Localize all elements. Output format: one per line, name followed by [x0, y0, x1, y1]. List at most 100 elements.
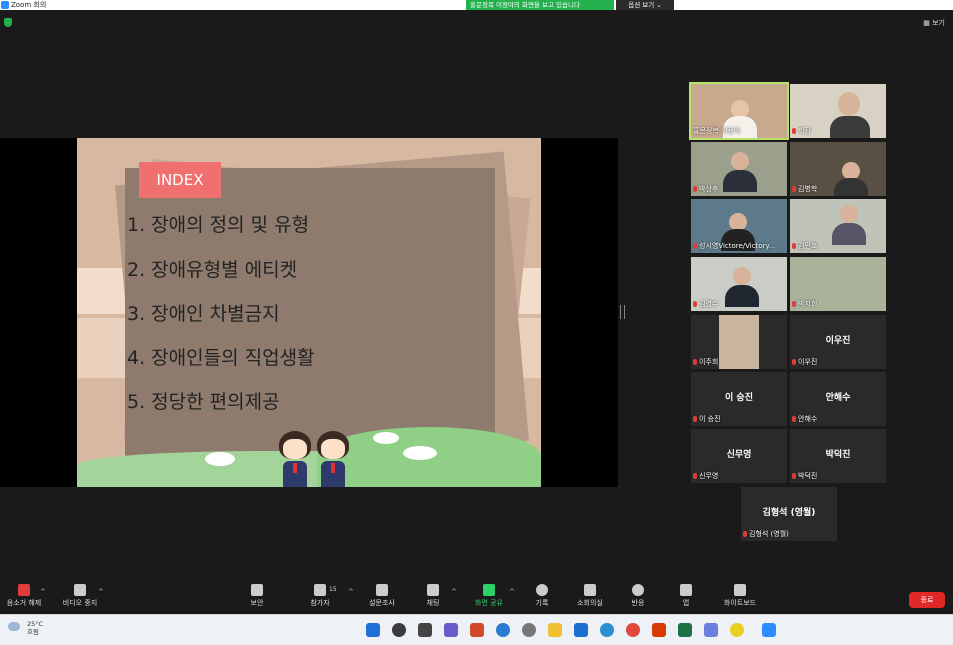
slide-item-5: 5. 정당한 편의제공 — [127, 391, 280, 413]
participant-center-name: 신무영 — [726, 450, 752, 460]
participant-tile[interactable]: 박덕진 박덕진 — [790, 429, 886, 483]
participant-tile[interactable]: 신무영 신무영 — [691, 429, 787, 483]
participant-tile[interactable]: 박지희 — [790, 257, 886, 311]
muted-mic-icon — [693, 416, 697, 422]
muted-mic-icon — [792, 416, 796, 422]
participant-tile[interactable]: 이 승진 이 승진 — [691, 372, 787, 426]
panel-resize-handle[interactable] — [620, 305, 625, 319]
file-explorer-icon[interactable] — [548, 623, 562, 637]
chat-options-chevron-icon[interactable]: ^ — [451, 588, 457, 596]
participant-center-name: 안해수 — [825, 393, 851, 403]
participant-tile[interactable]: 김영수 — [691, 257, 787, 311]
task-view-icon[interactable] — [418, 623, 432, 637]
participant-tile[interactable]: 홍문정복 이정아 — [689, 82, 789, 140]
participant-name: 박상후 — [693, 184, 718, 194]
participant-name: 이주희 — [693, 357, 718, 367]
participant-tile[interactable]: 이주희 — [691, 315, 787, 369]
slide-item-1: 1. 장애의 정의 및 유형 — [127, 214, 310, 236]
mail-icon[interactable] — [574, 623, 588, 637]
whiteboard-button[interactable]: 화이트보드 — [710, 584, 770, 608]
slide-cloud-decoration — [205, 452, 235, 466]
muted-mic-icon — [792, 359, 796, 365]
whiteboard-icon — [734, 584, 746, 596]
presentation-slide: INDEX 1. 장애의 정의 및 유형 2. 장애유형별 에티켓 3. 장애인… — [77, 138, 541, 487]
participant-name: 김형석 (영월) — [743, 529, 789, 539]
view-options-button[interactable]: 옵션 보기 ⌄ — [616, 0, 674, 10]
search-icon[interactable] — [392, 623, 406, 637]
teams-chat-icon[interactable] — [444, 623, 458, 637]
participant-name: 회장 — [792, 126, 811, 136]
participant-center-name: 김형석 (영월) — [762, 508, 816, 518]
participant-center-name: 박덕진 — [825, 450, 851, 460]
slide-item-4: 4. 장애인들의 직업생활 — [127, 347, 315, 369]
participants-button[interactable]: 참가자 — [290, 584, 350, 608]
security-shield-icon[interactable] — [4, 18, 12, 27]
kakaotalk-icon[interactable] — [730, 623, 744, 637]
settings-gear-icon[interactable] — [522, 623, 536, 637]
participant-name: 안해수 — [792, 414, 817, 424]
end-meeting-button[interactable]: 종료 — [909, 592, 945, 608]
zoom-app-icon[interactable] — [762, 623, 776, 637]
view-layout-label: 보기 — [932, 19, 945, 27]
participant-name: 김민호 — [792, 241, 817, 251]
edge-browser-icon[interactable] — [496, 623, 510, 637]
participant-tile[interactable]: 김병학 — [790, 142, 886, 196]
slide-cloud-decoration — [373, 432, 399, 444]
view-layout-button[interactable]: ▦ 보기 — [923, 18, 945, 28]
window-title: Zoom 회의 — [11, 1, 47, 9]
view-options-label: 옵션 보기 ⌄ — [628, 1, 662, 9]
participant-center-name: 이우진 — [825, 336, 851, 346]
cloud-icon — [8, 622, 20, 631]
share-banner-text: 홍문정복 이정아의 화면을 보고 있습니다 — [470, 1, 580, 9]
excel-icon[interactable] — [678, 623, 692, 637]
slide-item-2: 2. 장애유형별 에티켓 — [127, 259, 298, 281]
participant-name: 신무영 — [693, 471, 718, 481]
participant-name: 김병학 — [792, 184, 817, 194]
windows-taskbar: 25°C 흐림 — [0, 614, 953, 645]
slide-cloud-decoration — [403, 446, 437, 460]
participant-tile[interactable]: 김형석 (영월) 김형석 (영월) — [741, 487, 837, 541]
participant-name: 박지희 — [792, 299, 817, 309]
participant-center-name: 이 승진 — [725, 393, 753, 403]
participant-name: 홍문정복 이정아 — [693, 127, 741, 135]
windows-start-icon[interactable] — [366, 623, 380, 637]
video-camera-icon — [74, 584, 86, 596]
browser-icon[interactable] — [600, 623, 614, 637]
video-options-chevron-icon[interactable]: ^ — [98, 588, 104, 596]
participant-name: 김영수 — [693, 299, 718, 309]
grid-icon — [584, 584, 596, 596]
participants-icon — [314, 584, 326, 596]
muted-mic-icon — [792, 128, 796, 134]
shared-screen: INDEX 1. 장애의 정의 및 유형 2. 장애유형별 에티켓 3. 장애인… — [0, 138, 618, 487]
muted-mic-icon — [693, 243, 697, 249]
muted-mic-icon — [693, 359, 697, 365]
record-icon — [536, 584, 548, 596]
participant-tile[interactable]: 박상후 — [691, 142, 787, 196]
powerpoint-icon[interactable] — [470, 623, 484, 637]
participant-tile[interactable]: 김민호 — [790, 199, 886, 253]
muted-mic-icon — [693, 473, 697, 479]
muted-mic-icon — [18, 584, 30, 596]
screen-share-banner: 홍문정복 이정아의 화면을 보고 있습니다 — [466, 0, 614, 10]
participant-name: 이우진 — [792, 357, 817, 367]
zoom-logo-icon — [1, 1, 9, 9]
chrome-icon[interactable] — [626, 623, 640, 637]
participant-tile[interactable]: 회장 — [790, 84, 886, 138]
muted-mic-icon — [743, 531, 747, 537]
muted-mic-icon — [792, 243, 796, 249]
participant-count: 15 — [329, 586, 337, 593]
shield-icon — [251, 584, 263, 596]
participant-tile[interactable]: 이우진 이우진 — [790, 315, 886, 369]
apps-button[interactable]: 앱 — [656, 584, 716, 608]
chat-bubble-icon — [427, 584, 439, 596]
participant-tile[interactable]: 안해수 안해수 — [790, 372, 886, 426]
participant-tile[interactable]: 성시영Victore/Victory... — [691, 199, 787, 253]
participant-name: 이 승진 — [693, 414, 721, 424]
muted-mic-icon — [792, 473, 796, 479]
security-button[interactable]: 보안 — [227, 584, 287, 608]
muted-mic-icon — [792, 301, 796, 307]
audio-options-chevron-icon[interactable]: ^ — [40, 588, 46, 596]
office-icon[interactable] — [652, 623, 666, 637]
app-icon[interactable] — [704, 623, 718, 637]
muted-mic-icon — [693, 186, 697, 192]
